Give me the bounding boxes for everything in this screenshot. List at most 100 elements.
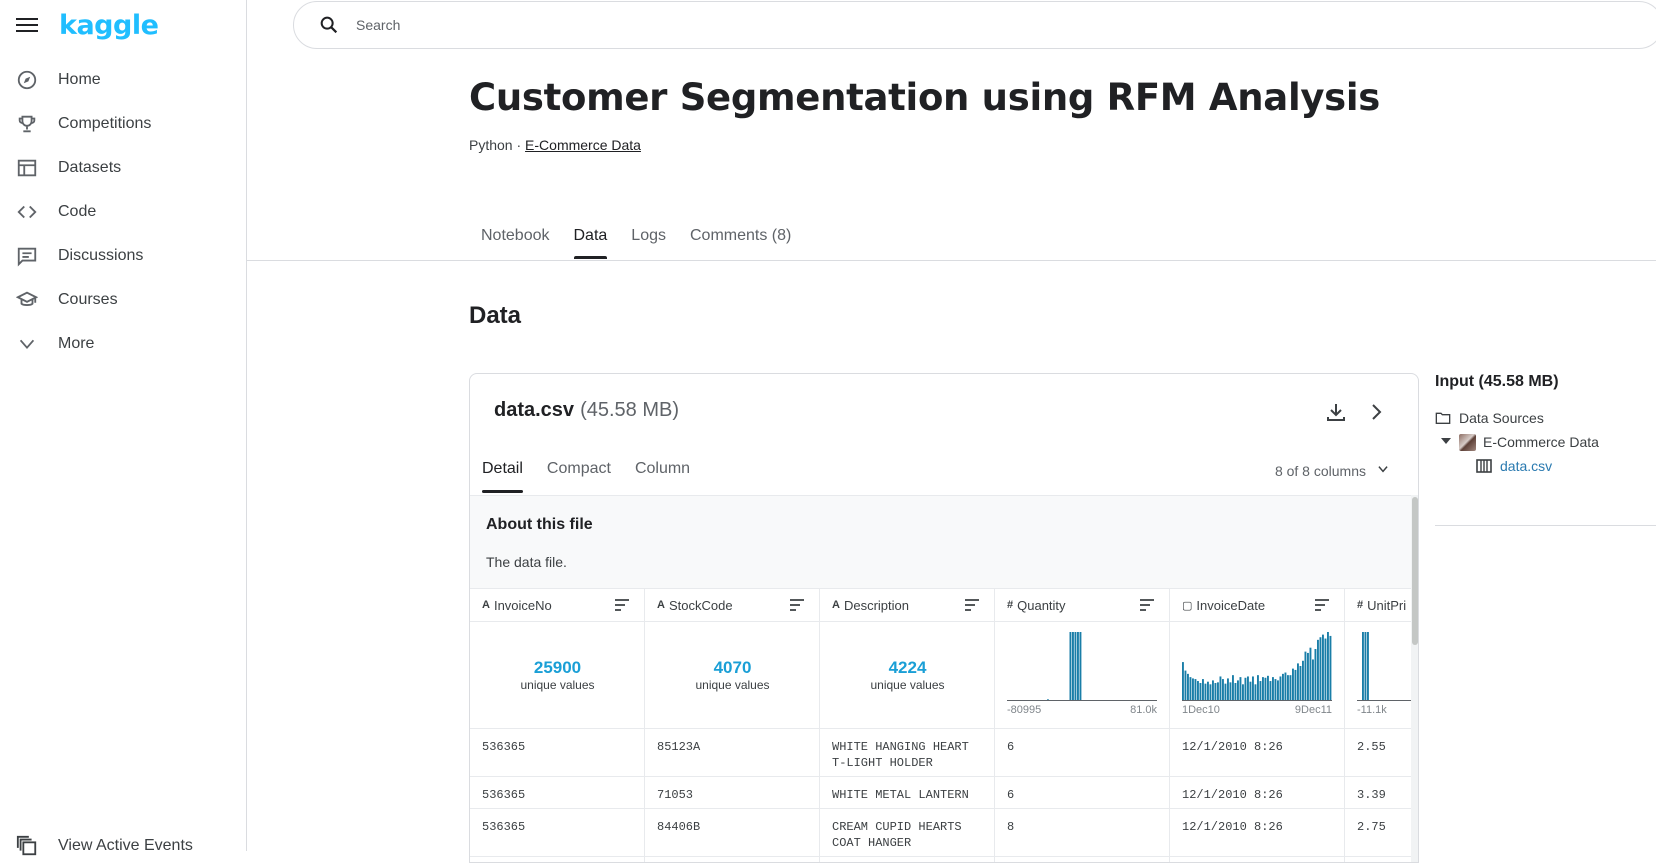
sidebar-item-code[interactable]: Code [0,190,247,234]
histogram-bar[interactable] [1247,676,1249,700]
tab-column[interactable]: Column [623,460,702,490]
histogram-bar[interactable] [1217,682,1219,700]
histogram-bar[interactable] [1184,670,1187,700]
histogram-bar[interactable] [1324,638,1327,700]
column-header[interactable]: ▢ InvoiceDate [1170,588,1344,622]
histogram-bar[interactable] [1239,677,1242,700]
file-row[interactable]: data.csv [1435,454,1656,478]
histogram-bar[interactable] [1279,676,1282,700]
histogram-bar[interactable] [1252,676,1254,700]
histogram-bar[interactable] [1327,632,1329,700]
histogram-bar[interactable] [1229,682,1232,700]
histogram-bar[interactable] [1187,673,1189,700]
histogram-bar[interactable] [1202,679,1204,700]
histogram-bar[interactable] [1197,681,1199,700]
column-header[interactable]: A Description [820,588,994,622]
column-header[interactable]: A InvoiceNo [470,588,644,622]
histogram-bar[interactable] [1282,673,1284,700]
histogram-bar[interactable] [1222,679,1224,700]
tab-detail[interactable]: Detail [470,460,535,493]
file-link[interactable]: data.csv [1500,458,1552,474]
histogram-bar[interactable] [1234,683,1237,700]
sidebar-item-more[interactable]: More [0,322,247,366]
histogram-bar[interactable] [1267,675,1269,700]
histogram-bar[interactable] [1242,684,1244,700]
search-bar[interactable] [293,1,1656,49]
histogram-bar[interactable] [1297,663,1299,700]
scrollbar[interactable] [1411,495,1418,862]
histogram-bar[interactable] [1274,679,1277,700]
menu-icon[interactable] [16,14,38,36]
tab-notebook[interactable]: Notebook [469,222,562,259]
histogram-bar[interactable] [1287,675,1289,700]
data-sources-row[interactable]: Data Sources [1435,406,1656,430]
histogram-bar[interactable] [1244,677,1247,700]
chevron-right-icon[interactable] [1364,400,1388,424]
histogram-bar[interactable] [1317,639,1319,700]
histogram-bar[interactable] [1227,678,1229,700]
sort-icon[interactable] [614,598,630,612]
histogram-bar[interactable] [1294,669,1297,700]
histogram-bar[interactable] [1309,647,1312,700]
histogram-bar[interactable] [1312,659,1314,700]
histogram-bar[interactable] [1277,680,1279,700]
histogram-bar[interactable] [1237,680,1239,700]
histogram-bar[interactable] [1259,681,1262,700]
column-header[interactable]: # Quantity [995,588,1169,622]
histogram-bar[interactable] [1257,675,1259,700]
histogram-bar[interactable] [1214,683,1217,700]
sort-icon[interactable] [1139,598,1155,612]
histogram-bar[interactable] [1079,632,1082,700]
histogram-bar[interactable] [1194,679,1197,700]
tab-compact[interactable]: Compact [535,460,623,490]
dataset-link[interactable]: E-Commerce Data [525,137,641,153]
kaggle-logo[interactable]: kaggle [59,10,159,41]
histogram-bar[interactable] [1319,637,1322,700]
sort-icon[interactable] [1314,598,1330,612]
caret-down-icon[interactable] [1441,438,1451,446]
histogram-bar[interactable] [1362,632,1364,700]
sidebar-item-datasets[interactable]: Datasets [0,146,247,190]
histogram-bar[interactable] [1224,683,1227,700]
histogram-bar[interactable] [1262,677,1264,700]
histogram-bar[interactable] [1199,683,1202,700]
sidebar-item-discussions[interactable]: Discussions [0,234,247,278]
sidebar-item-competitions[interactable]: Competitions [0,102,247,146]
histogram-bar[interactable] [1072,632,1074,700]
histogram-bar[interactable] [1314,649,1317,700]
sidebar-item-view-active-events[interactable]: View Active Events [0,832,247,860]
columns-selector[interactable]: 8 of 8 columns [1275,462,1390,479]
scrollbar-thumb[interactable] [1412,497,1418,645]
sort-icon[interactable] [789,598,805,612]
histogram-bar[interactable] [1212,680,1214,700]
sidebar-item-courses[interactable]: Courses [0,278,247,322]
histogram-bar[interactable] [1209,684,1212,700]
histogram-bar[interactable] [1307,652,1309,700]
histogram-bar[interactable] [1189,677,1192,700]
column-header[interactable]: # UnitPri [1345,588,1411,622]
histogram-bar[interactable] [1232,675,1234,700]
download-icon[interactable] [1324,400,1348,424]
histogram-bar[interactable] [1069,632,1072,700]
histogram-bar[interactable] [1207,681,1209,700]
histogram-bar[interactable] [1047,699,1049,700]
dataset-row[interactable]: E-Commerce Data [1435,430,1656,454]
histogram-bar[interactable] [1299,666,1302,700]
histogram-bar[interactable] [1254,684,1257,700]
histogram-bar[interactable] [1269,681,1272,700]
search-input[interactable] [356,17,956,33]
histogram-bar[interactable] [1322,634,1324,700]
tab-logs[interactable]: Logs [619,222,678,259]
histogram-bar[interactable] [1272,677,1274,700]
histogram-bar[interactable] [1329,635,1332,700]
histogram-bar[interactable] [1367,632,1369,700]
tab-comments[interactable]: Comments (8) [678,222,803,259]
histogram-bar[interactable] [1289,675,1292,700]
column-header[interactable]: A StockCode [645,588,819,622]
histogram-bar[interactable] [1284,672,1287,700]
histogram-bar[interactable] [1249,681,1252,700]
histogram-bar[interactable] [1302,660,1304,700]
sidebar-item-home[interactable]: Home [0,58,247,102]
histogram-bar[interactable] [1219,676,1222,700]
tab-data[interactable]: Data [562,222,620,259]
